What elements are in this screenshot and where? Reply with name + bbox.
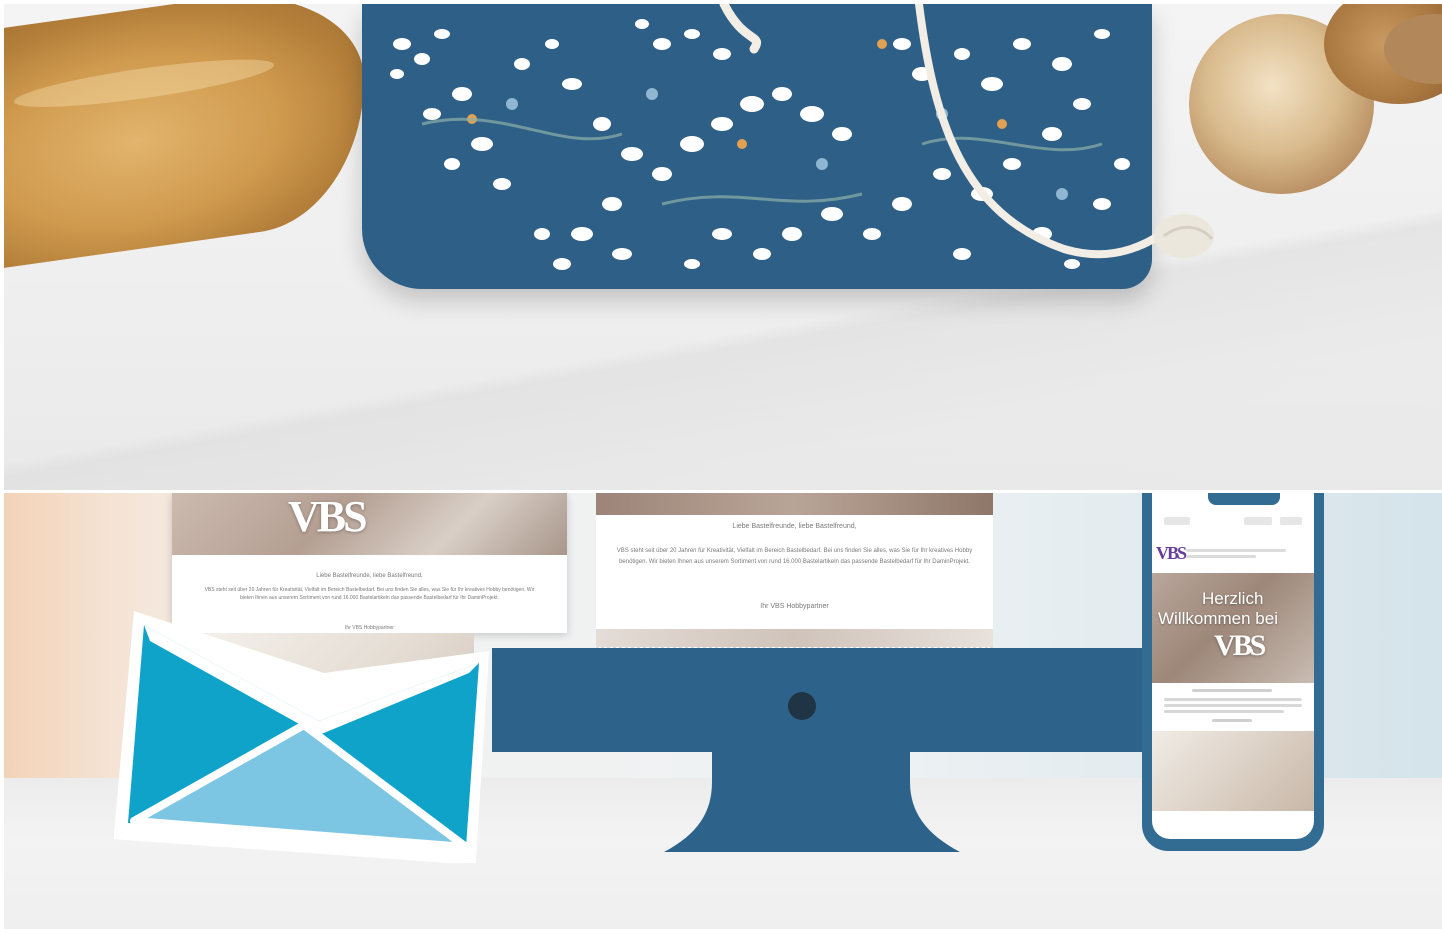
phone-text-line: [1164, 698, 1302, 701]
email-body: VBS steht seit über 20 Jahren für Kreati…: [616, 548, 973, 565]
phone-text-line: [1164, 704, 1302, 707]
newsletter-photo: [172, 493, 567, 555]
phone-text-line: [1186, 555, 1256, 558]
newsletter-photo: [596, 629, 993, 647]
newsletter-photo: [1152, 731, 1314, 811]
welcome-text-line1: Herzlich: [1202, 589, 1264, 608]
monitor-stand: [664, 752, 960, 852]
phone-text-line: [1164, 710, 1284, 713]
newsletter-photo: Herzlich Willkommen bei VBS: [1152, 573, 1314, 683]
phone-text-line: [1186, 549, 1286, 552]
newsletter-banner: Liebe Bastelfreunde, liebe Bastelfreund,…: [4, 493, 1442, 929]
phone-text-line: [1212, 719, 1252, 722]
phone-menu-bar: [1244, 517, 1272, 525]
vbs-logo: VBS: [1214, 629, 1266, 662]
email-greeting: Liebe Bastelfreunde, liebe Bastelfreund,: [316, 573, 423, 579]
phone-menu-bar: [1164, 517, 1190, 525]
monitor-bezel: [492, 648, 1172, 752]
floral-pattern: [390, 19, 1130, 270]
email-body: VBS steht seit über 20 Jahren für Kreati…: [204, 587, 535, 601]
phone-menu-bar: [1280, 517, 1302, 525]
envelope-icon: [114, 611, 489, 863]
phone-notch: [1208, 493, 1280, 505]
monitor-screen: Liebe Bastelfreunde, liebe Bastelfreund,…: [596, 493, 993, 650]
bread-bag-image: [362, 4, 1152, 289]
phone-screen: VBS Herzlich Willkommen bei VBS: [1152, 493, 1314, 839]
welcome-text-line2: Willkommen bei: [1158, 609, 1278, 628]
phone-text-line: [1192, 689, 1272, 692]
webcam-icon: [788, 692, 816, 720]
newsletter-photo: [596, 493, 993, 515]
email-signoff: Ihr VBS Hobbypartner: [760, 603, 829, 610]
vbs-logo: VBS: [288, 493, 368, 541]
smartphone: VBS Herzlich Willkommen bei VBS: [1142, 493, 1324, 851]
email-greeting: Liebe Bastelfreunde, liebe Bastelfreund,: [732, 523, 857, 530]
vbs-logo: VBS: [1156, 543, 1187, 563]
bread-bag-banner: [4, 4, 1442, 490]
